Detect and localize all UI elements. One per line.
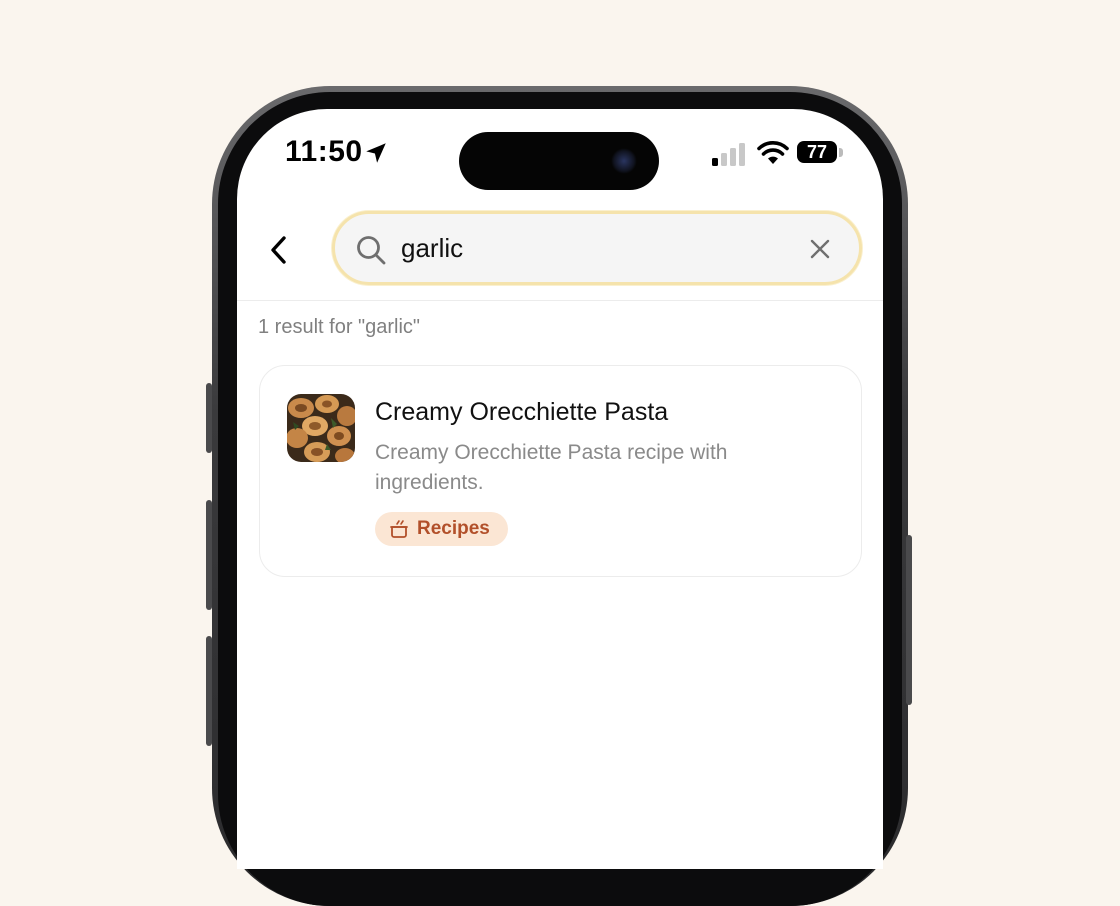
search-input[interactable] <box>401 228 781 268</box>
result-card[interactable]: Creamy Orecchiette Pasta Creamy Orecchie… <box>259 365 862 577</box>
volume-down-button <box>206 636 212 746</box>
phone-screen: 11:50 77 1 result for "garlic" <box>237 109 883 869</box>
battery-tip <box>839 148 843 157</box>
clear-x-icon[interactable] <box>809 238 831 260</box>
volume-up-button <box>206 500 212 610</box>
search-bar[interactable] <box>332 211 862 285</box>
result-count: 1 result for "garlic" <box>258 316 421 338</box>
dynamic-island <box>459 132 659 190</box>
back-chevron-icon[interactable] <box>265 233 293 267</box>
battery-level: 77 <box>806 142 828 162</box>
power-button <box>906 535 912 705</box>
pot-icon <box>390 520 408 538</box>
location-arrow-icon <box>366 143 386 163</box>
wifi-icon <box>757 141 789 164</box>
card-title: Creamy Orecchiette Pasta <box>375 398 669 426</box>
cellular-signal-icon <box>712 143 745 166</box>
status-time: 11:50 <box>285 135 363 168</box>
category-badge[interactable]: Recipes <box>375 512 508 546</box>
search-icon <box>357 236 386 265</box>
header-divider <box>237 300 883 301</box>
camera-icon <box>611 148 637 174</box>
battery-icon: 77 <box>797 141 837 163</box>
card-description: Creamy Orecchiette Pasta recipe with ing… <box>375 441 728 494</box>
category-label: Recipes <box>417 518 490 539</box>
pasta-thumbnail <box>287 394 355 462</box>
action-button <box>206 383 212 453</box>
